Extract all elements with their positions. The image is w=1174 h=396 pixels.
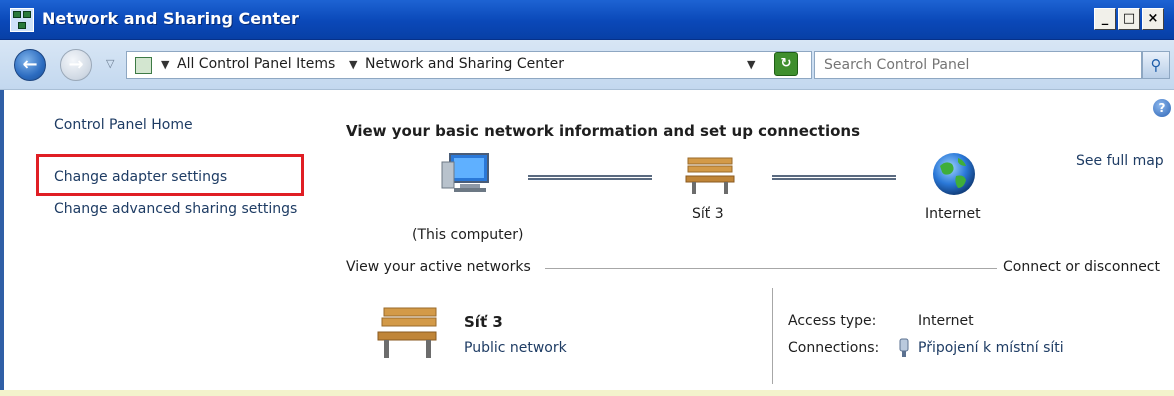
- refresh-icon[interactable]: ↻: [774, 52, 798, 76]
- connect-or-disconnect-link[interactable]: Connect or disconnect: [1003, 259, 1160, 275]
- breadcrumb-chevron-icon[interactable]: ▼: [349, 58, 357, 71]
- breadcrumb-network-sharing-center[interactable]: Network and Sharing Center: [365, 56, 564, 72]
- connections-label: Connections:: [788, 340, 880, 356]
- network-center-icon: [10, 8, 34, 32]
- connection-link[interactable]: Připojení k místní síti: [918, 340, 1064, 356]
- globe-icon[interactable]: [930, 150, 978, 198]
- breadcrumb-chevron-icon[interactable]: ▼: [161, 58, 169, 71]
- map-connection-line: [528, 175, 652, 180]
- network-type-link[interactable]: Public network: [464, 340, 567, 356]
- access-type-label: Access type:: [788, 313, 877, 329]
- bench-icon[interactable]: [684, 154, 738, 196]
- section-divider: [545, 268, 997, 269]
- breadcrumb-all-control-panel-items[interactable]: All Control Panel Items: [177, 56, 335, 72]
- change-advanced-sharing-link[interactable]: Change advanced sharing settings: [54, 201, 297, 217]
- close-button[interactable]: ×: [1142, 8, 1164, 30]
- window-title: Network and Sharing Center: [42, 9, 299, 28]
- control-panel-icon: [135, 57, 152, 74]
- minimize-button[interactable]: _: [1094, 8, 1116, 30]
- help-icon[interactable]: ?: [1153, 99, 1171, 117]
- address-history-dropdown-icon[interactable]: ▼: [747, 58, 755, 71]
- bench-icon: [377, 307, 437, 358]
- control-panel-home-link[interactable]: Control Panel Home: [54, 117, 193, 133]
- map-connection-line: [772, 175, 896, 180]
- active-networks-label: View your active networks: [346, 259, 531, 275]
- map-node-network: Síť 3: [692, 206, 724, 222]
- magnifier-icon[interactable]: ⚲: [1142, 51, 1170, 79]
- access-type-value: Internet: [918, 313, 974, 329]
- forward-arrow-icon[interactable]: →: [60, 49, 92, 81]
- recent-pages-dropdown[interactable]: ▽: [106, 57, 114, 70]
- search-input[interactable]: [815, 52, 1141, 78]
- breadcrumb[interactable]: ▼ All Control Panel Items ▼ Network and …: [126, 51, 812, 79]
- active-network-name: Síť 3: [464, 313, 503, 331]
- map-node-this-computer: (This computer): [412, 227, 524, 243]
- network-adapter-icon: [899, 338, 909, 357]
- change-adapter-settings-link[interactable]: Change adapter settings: [54, 169, 227, 185]
- network-sharing-window: Network and Sharing Center _ □ × ← → ▽ ▼…: [0, 0, 1174, 396]
- see-full-map-link[interactable]: See full map: [1076, 153, 1164, 169]
- title-bar: Network and Sharing Center _ □ ×: [0, 0, 1174, 40]
- address-bar: ← → ▽ ▼ All Control Panel Items ▼ Networ…: [0, 40, 1174, 90]
- maximize-button[interactable]: □: [1118, 8, 1140, 30]
- network-details-divider: [772, 288, 773, 384]
- computer-icon[interactable]: [440, 150, 496, 196]
- window-border: [0, 90, 4, 396]
- bottom-strip: [0, 390, 1174, 396]
- search-box[interactable]: [814, 51, 1142, 79]
- page-title: View your basic network information and …: [346, 122, 860, 140]
- map-node-internet: Internet: [925, 206, 981, 222]
- back-arrow-icon[interactable]: ←: [14, 49, 46, 81]
